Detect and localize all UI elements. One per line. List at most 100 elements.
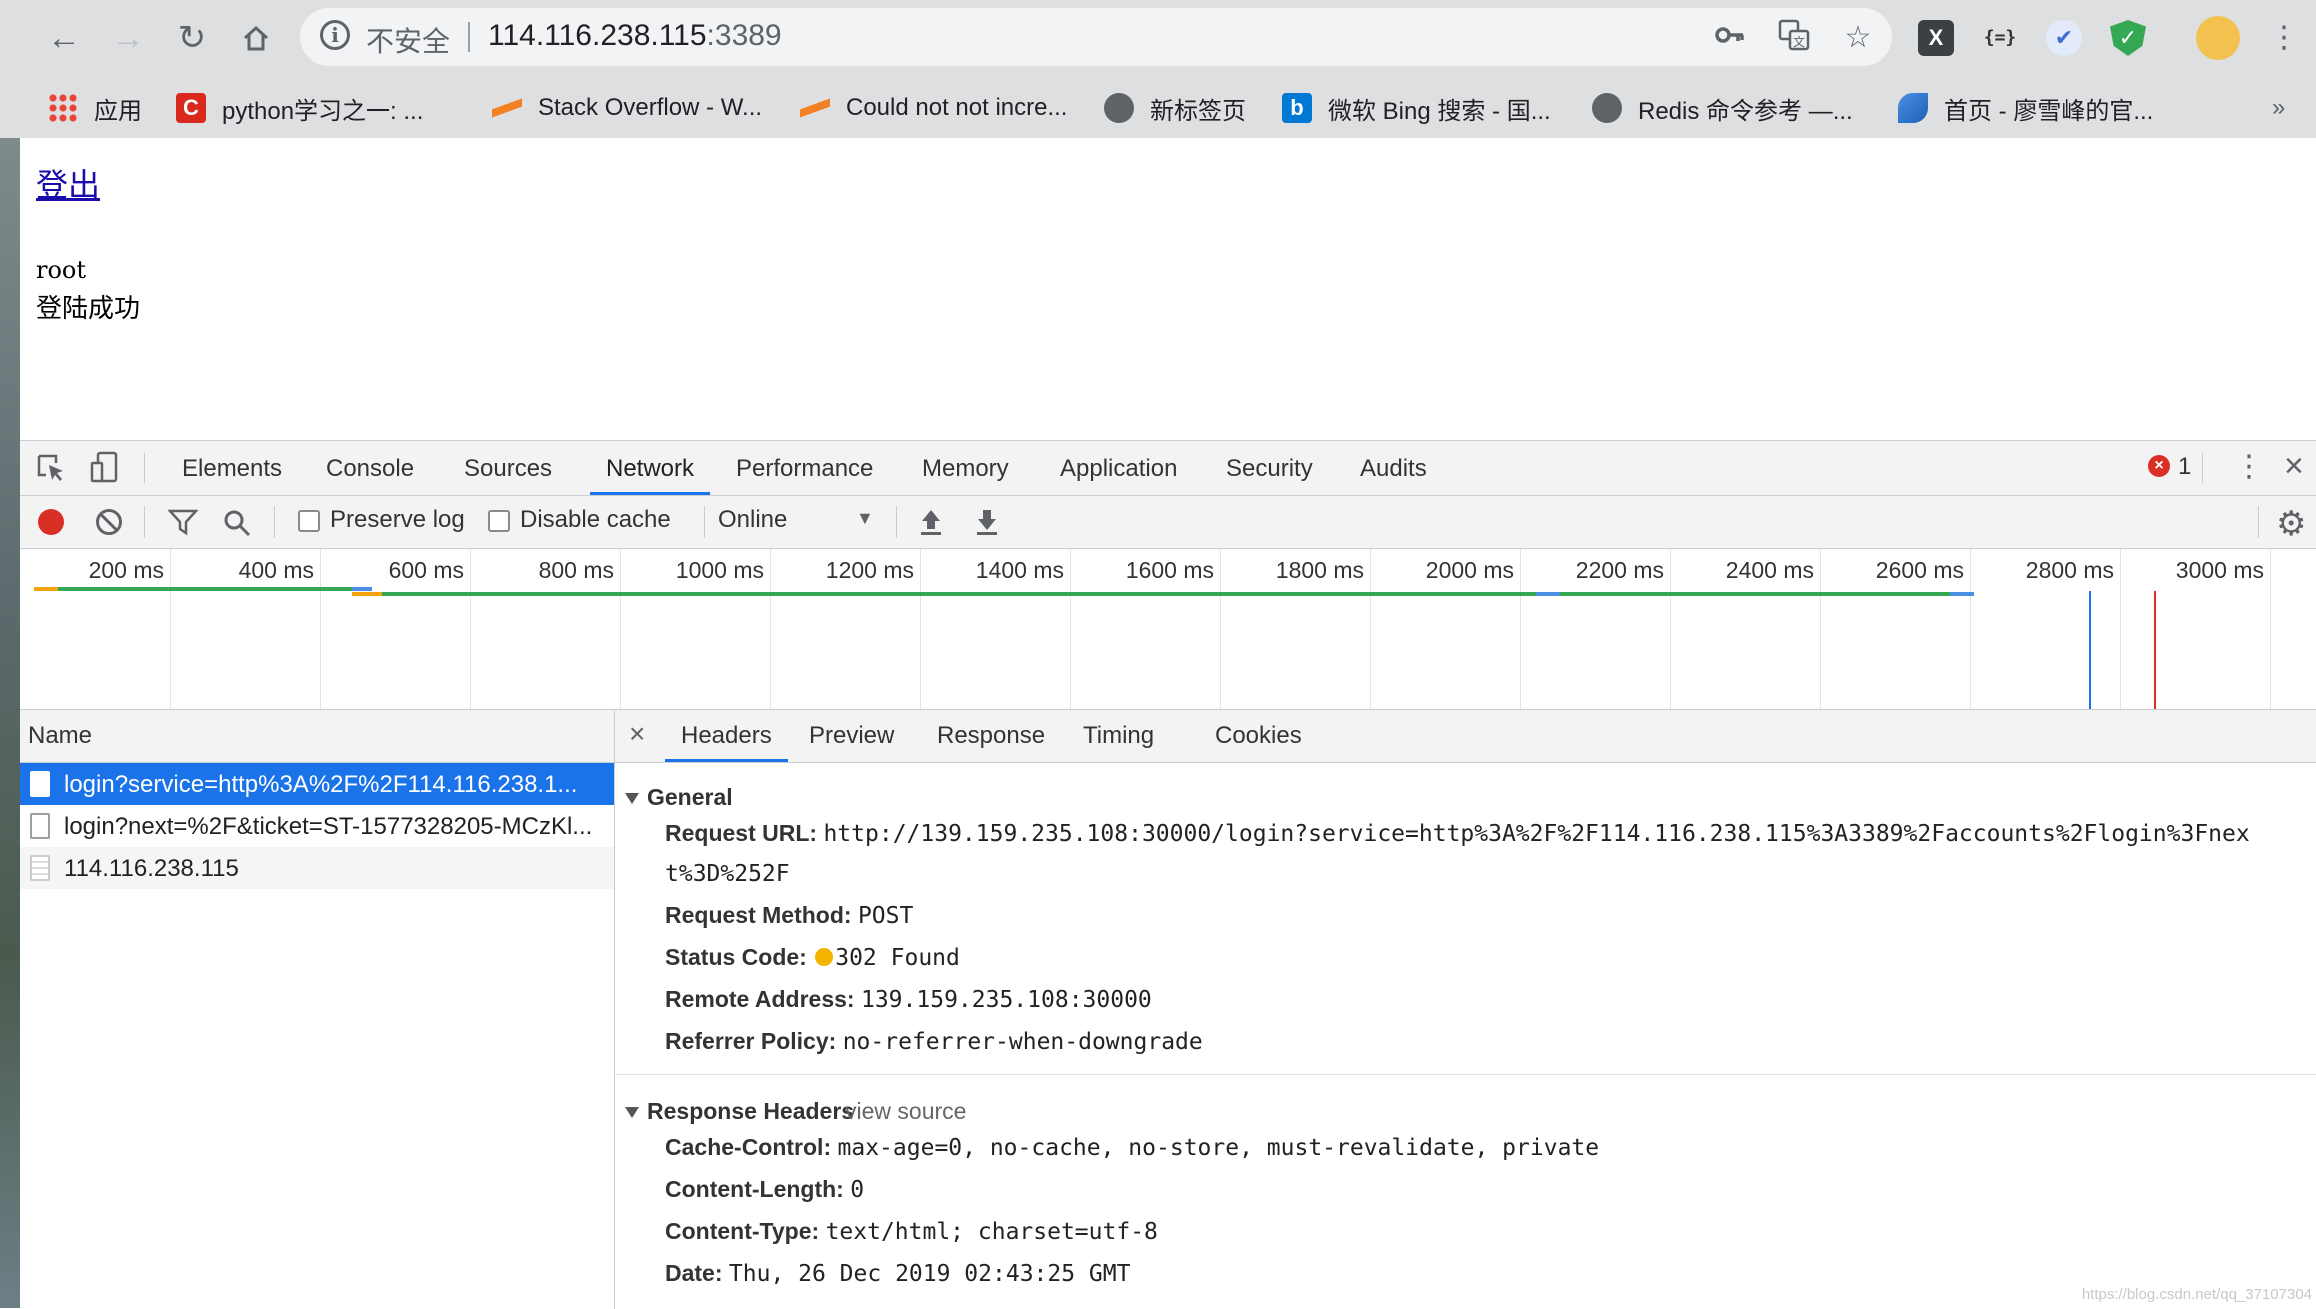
tab-security[interactable]: Security [1226, 441, 1313, 495]
bookmarks-overflow-button[interactable]: » [2272, 88, 2285, 128]
inspect-element-icon[interactable] [36, 453, 66, 488]
extension-x-icon[interactable]: X [1918, 20, 1954, 56]
tab-cookies[interactable]: Cookies [1215, 710, 1302, 762]
preserve-log-label[interactable]: Preserve log [330, 506, 465, 534]
apps-grid-icon [48, 93, 78, 123]
network-toolbar: Preserve log Disable cache Online ▼ ⚙ [20, 496, 2316, 549]
translate-icon[interactable]: 文 [1774, 18, 1814, 58]
browser-menu-icon[interactable]: ⋮ [2266, 20, 2302, 56]
timeline-tick-label: 1400 ms [975, 557, 1064, 583]
tab-application[interactable]: Application [1060, 441, 1177, 495]
export-har-icon[interactable] [974, 506, 1000, 541]
logout-link[interactable]: 登出 [36, 160, 100, 206]
bookmark-stackoverflow-1[interactable]: Stack Overflow - W... [492, 88, 762, 128]
column-header-label: Name [28, 722, 93, 749]
reload-icon: ↻ [177, 19, 207, 57]
tab-performance[interactable]: Performance [736, 441, 873, 495]
chevron-down-icon: ▼ [856, 508, 874, 528]
header-key: Referrer Policy: [665, 1028, 837, 1054]
waterfall-bar [1950, 592, 1974, 596]
bookmark-bing[interactable]: b 微软 Bing 搜索 - 国... [1282, 88, 1551, 128]
tab-separator [144, 453, 145, 483]
forward-button[interactable]: → [104, 14, 152, 62]
tab-console[interactable]: Console [326, 441, 414, 495]
response-headers-section-toggle[interactable]: Response Headers [625, 1098, 854, 1125]
devtools-menu-icon[interactable]: ⋮ [2234, 449, 2264, 484]
error-icon[interactable]: × [2148, 455, 2170, 477]
omnibox-separator [468, 22, 470, 52]
header-key: Date: [665, 1260, 723, 1286]
bookmark-apps[interactable]: 应用 [48, 88, 142, 128]
page-content: 登出 root 登陆成功 [20, 138, 2316, 440]
url-text[interactable]: 114.116.238.115:3389 [488, 19, 782, 53]
site-info-icon[interactable]: i [320, 20, 350, 50]
url-host: 114.116.238.115 [488, 19, 707, 52]
bookmark-new-tab[interactable]: 新标签页 [1104, 88, 1246, 128]
section-divider [615, 1074, 2316, 1075]
bookmark-star-icon[interactable]: ☆ [1838, 18, 1878, 58]
profile-avatar[interactable] [2196, 16, 2240, 60]
error-count[interactable]: 1 [2178, 453, 2191, 481]
tab-memory[interactable]: Memory [922, 441, 1009, 495]
name-column-header[interactable]: Name [20, 710, 614, 763]
close-detail-icon[interactable]: × [629, 718, 645, 750]
device-toolbar-icon[interactable] [90, 451, 120, 490]
request-row[interactable]: 114.116.238.115 [20, 847, 614, 889]
json-extension-icon[interactable]: {=} [1982, 20, 2018, 56]
bookmark-liaoxuefeng[interactable]: 首页 - 廖雪峰的官... [1898, 88, 2153, 128]
home-button[interactable] [232, 14, 280, 62]
filter-icon[interactable] [167, 508, 199, 541]
close-devtools-icon[interactable]: × [2284, 447, 2304, 486]
general-section-toggle[interactable]: General [625, 784, 733, 811]
header-key: Cache-Control: [665, 1134, 832, 1160]
tab-audits[interactable]: Audits [1360, 441, 1427, 495]
toolbar-separator [144, 506, 145, 538]
document-icon [30, 813, 50, 839]
timeline-tick-label: 1800 ms [1275, 557, 1364, 583]
header-key: Status Code: [665, 944, 807, 970]
cache-control-row: Cache-Control: max-age=0, no-cache, no-s… [665, 1134, 1599, 1161]
waterfall-bar [1536, 592, 1560, 596]
search-icon[interactable] [222, 508, 252, 543]
tab-response[interactable]: Response [937, 710, 1045, 762]
home-icon [243, 25, 269, 51]
domcontentloaded-marker [2089, 591, 2091, 709]
triangle-down-icon [625, 793, 639, 805]
shield-extension-icon[interactable]: ✓ [2110, 20, 2146, 56]
back-button[interactable]: ← [40, 14, 88, 62]
request-row[interactable]: login?next=%2F&ticket=ST-1577328205-MCzK… [20, 805, 614, 847]
disable-cache-label[interactable]: Disable cache [520, 506, 671, 534]
timeline-tick-label: 1200 ms [825, 557, 914, 583]
preserve-log-checkbox[interactable] [298, 510, 320, 532]
tab-sources[interactable]: Sources [464, 441, 552, 495]
clear-icon[interactable] [96, 509, 122, 535]
tab-preview[interactable]: Preview [809, 710, 894, 762]
timeline-tick-label: 1600 ms [1125, 557, 1214, 583]
bookmark-redis[interactable]: Redis 命令参考 —... [1592, 88, 1853, 128]
toolbar-separator [896, 506, 897, 538]
disable-cache-checkbox[interactable] [488, 510, 510, 532]
waterfall-bar [34, 587, 58, 591]
request-name: 114.116.238.115 [64, 855, 239, 882]
settings-gear-icon[interactable]: ⚙ [2276, 504, 2306, 544]
key-icon[interactable] [1710, 18, 1750, 58]
record-icon[interactable] [38, 509, 64, 535]
header-value: 302 Found [835, 945, 960, 971]
network-overview-timeline[interactable]: 200 ms 400 ms 600 ms 800 ms 1000 ms 1200 ms 14… [20, 549, 2316, 710]
request-detail-pane: × Headers Preview Response Timing Cookie… [615, 710, 2316, 1309]
throttling-select[interactable]: Online ▼ [710, 496, 886, 548]
address-bar[interactable]: i 不安全 114.116.238.115:3389 文 ☆ [300, 8, 1892, 66]
timeline-tick-label: 400 ms [238, 557, 314, 583]
bookmark-python[interactable]: C python学习之一: ... [176, 88, 423, 128]
tab-headers[interactable]: Headers [665, 710, 788, 762]
import-har-icon[interactable] [918, 506, 944, 541]
extension-globe-icon[interactable]: ✔ [2046, 20, 2082, 56]
tab-timing[interactable]: Timing [1083, 710, 1154, 762]
bookmark-stackoverflow-2[interactable]: Could not not incre... [800, 88, 1067, 128]
tab-elements[interactable]: Elements [182, 441, 282, 495]
tab-network[interactable]: Network [590, 441, 711, 495]
view-source-link[interactable]: view source [845, 1098, 966, 1125]
devtools-panel: Elements Console Sources Network Perform… [20, 440, 2316, 1309]
request-row[interactable]: login?service=http%3A%2F%2F114.116.238.1… [20, 763, 614, 805]
reload-button[interactable]: ↻ [168, 14, 216, 62]
